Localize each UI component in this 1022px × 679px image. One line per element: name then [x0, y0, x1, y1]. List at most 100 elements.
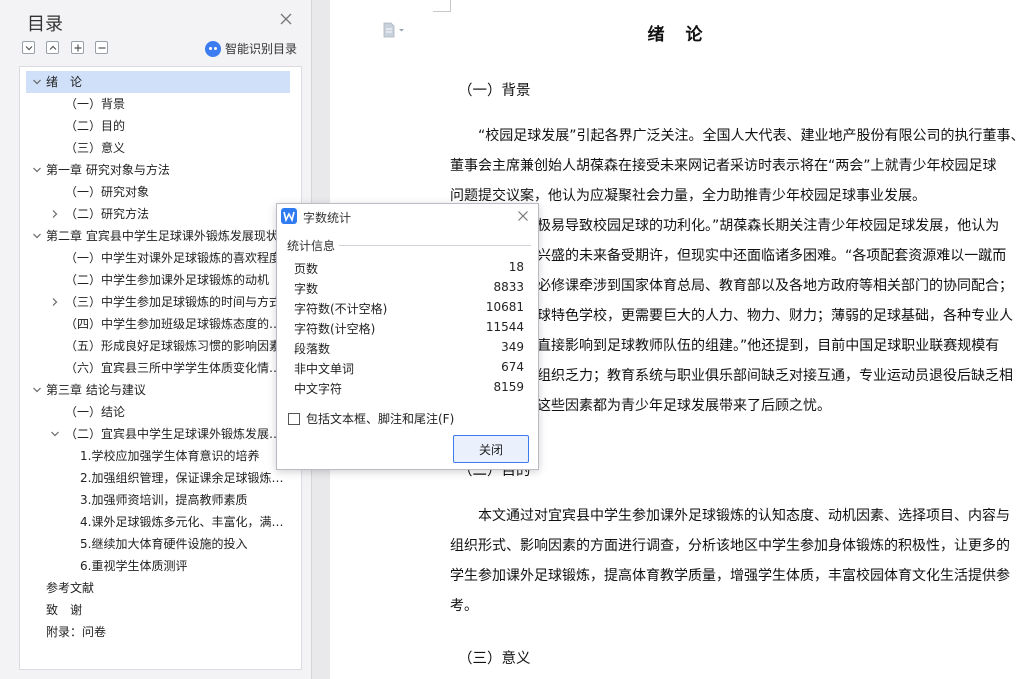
toc-item-label: 第二章 宜宾县中学生足球课外锻炼发展现状调查	[46, 229, 290, 243]
chevron-down-icon	[25, 46, 33, 51]
toc-item[interactable]: 1.学校应加强学生体育意识的培养	[26, 445, 290, 467]
checkbox-box[interactable]	[288, 412, 300, 425]
plus-icon	[74, 44, 82, 52]
toc-item[interactable]: 第二章 宜宾县中学生足球课外锻炼发展现状调查	[26, 225, 290, 247]
paragraph-line: “校园足球发展”引起各界广泛关注。全国人大代表、建业地产股份有限公司的执行董事、	[478, 128, 1022, 144]
stat-label: 段落数	[294, 342, 331, 356]
toc-item[interactable]: （六）宜宾县三所中学学生体质变化情况分析	[26, 357, 290, 379]
toc-item[interactable]: 5.继续加大体育硬件设施的投入	[26, 533, 290, 555]
toc-item-label: （三）意义	[65, 141, 126, 155]
toc-item-label: 第一章 研究对象与方法	[46, 163, 170, 177]
paragraph-line: 董事会主席兼创始人胡葆森在接受未来网记者采访时表示将在“两会”上就青少年校园足球	[450, 158, 997, 174]
stat-row: 非中文单词 674	[294, 360, 524, 380]
toc-item-label: （一）研究对象	[65, 185, 150, 199]
paragraph-line: 必修课牵涉到国家体育总局、教育部以及各地方政府等相关部门的协同配合；	[537, 278, 1013, 294]
toc-tree: 绪 论 （一）背景 （二）目的 （三）意义第一章 研究对象与方法 （一）研究对象 （二）研…	[19, 66, 302, 670]
toc-item[interactable]: 绪 论	[26, 71, 290, 93]
toc-item[interactable]: （三）意义	[26, 137, 290, 159]
toc-item[interactable]: 4.课外足球锻炼多元化、丰富化，满足学生需求	[26, 511, 290, 533]
toc-item-label: 5.继续加大体育硬件设施的投入	[80, 537, 248, 551]
wps-writer-icon	[281, 208, 297, 224]
toc-panel: 目录 智能识别目录 绪 论 （一）背景 （二）目的 （三）意义第一章 研究对象与方法 （…	[0, 0, 312, 679]
toc-item[interactable]: （一）背景	[26, 93, 290, 115]
stat-row: 字符数(不计空格) 10681	[294, 300, 524, 320]
stat-row: 字数 8833	[294, 280, 524, 300]
section-divider	[339, 245, 531, 246]
paragraph-line: 组织形式、影响因素的方面进行调查，分析该地区中学生参加身体锻炼的积极性，让更多的	[450, 538, 1010, 554]
toc-title: 目录	[27, 14, 63, 35]
stat-value: 10681	[485, 300, 524, 314]
toc-item-label: （六）宜宾县三所中学学生体质变化情况分析	[65, 361, 290, 375]
ai-robot-icon	[205, 40, 221, 57]
toc-item-label: 4.课外足球锻炼多元化、丰富化，满足学生需求	[80, 515, 290, 529]
toc-item[interactable]: （一）中学生对课外足球锻炼的喜欢程度	[26, 247, 290, 269]
chevron-down-icon[interactable]	[32, 165, 42, 175]
toc-item[interactable]: （一）研究对象	[26, 181, 290, 203]
toc-item[interactable]: （二）目的	[26, 115, 290, 137]
chevron-down-icon[interactable]	[32, 231, 42, 241]
toc-item-label: （二）宜宾县中学生足球课外锻炼发展的建议	[65, 427, 290, 441]
document-title: 绪 论	[647, 25, 705, 45]
toc-item[interactable]: （一）结论	[26, 401, 290, 423]
chevron-down-icon[interactable]	[32, 77, 42, 87]
toc-item-label: 2.加强组织管理，保证课余足球锻炼的开展	[80, 471, 290, 485]
toc-item[interactable]: （四）中学生参加班级足球锻炼态度的调查	[26, 313, 290, 335]
toc-item-label: 3.加强师资培训，提高教师素质	[80, 493, 248, 507]
chevron-right-icon[interactable]	[50, 297, 60, 307]
toc-item-label: 附录：问卷	[46, 625, 107, 639]
add-heading-button[interactable]	[71, 41, 84, 54]
stat-value: 8159	[493, 380, 524, 394]
toc-item[interactable]: 参考文献	[26, 577, 290, 599]
paragraph-line: 本文通过对宜宾县中学生参加课外足球锻炼的认知态度、动机因素、选择项目、内容与	[478, 508, 1010, 524]
paragraph-line: 组织乏力；教育系统与职业俱乐部间缺乏对接互通，专业运动员退役后缺乏相	[537, 368, 1013, 384]
toc-item[interactable]: 第三章 结论与建议	[26, 379, 290, 401]
stat-row: 段落数 349	[294, 340, 524, 360]
paragraph-line: 学生参加课外足球锻炼，提高体育教学质量，增强学生体质，丰富校园体育文化生活提供参	[450, 568, 1010, 584]
toc-item[interactable]: 6.重视学生体质测评	[26, 555, 290, 577]
toc-item-label: 6.重视学生体质测评	[80, 559, 188, 573]
paragraph-line: 直接影响到足球教师队伍的组建。”他还提到，目前中国足球职业联赛规模有	[537, 338, 1000, 354]
smart-toc-button[interactable]: 智能识别目录	[205, 40, 297, 57]
toc-item[interactable]: （五）形成良好足球锻炼习惯的影响因素	[26, 335, 290, 357]
toc-item-label: 第三章 结论与建议	[46, 383, 146, 397]
toc-item[interactable]: 3.加强师资培训，提高教师素质	[26, 489, 290, 511]
close-button[interactable]: 关闭	[453, 435, 529, 463]
toc-item-label: （一）背景	[65, 97, 126, 111]
stat-label: 字符数(不计空格)	[294, 302, 388, 316]
stat-label: 字符数(计空格)	[294, 322, 376, 336]
heading-background: （一）背景	[458, 83, 531, 99]
close-icon[interactable]	[517, 210, 529, 222]
toc-item[interactable]: 2.加强组织管理，保证课余足球锻炼的开展	[26, 467, 290, 489]
toc-item-label: （二）研究方法	[65, 207, 150, 221]
chevron-down-icon[interactable]	[50, 429, 60, 439]
toc-item-label: （一）中学生对课外足球锻炼的喜欢程度	[65, 251, 282, 265]
stat-value: 674	[501, 360, 524, 374]
stat-value: 8833	[493, 280, 524, 294]
page-corner-mark	[433, 0, 451, 12]
toc-item-label: 1.学校应加强学生体育意识的培养	[80, 449, 260, 463]
paragraph-background-2: 极易导致校园足球的功利化。”胡葆森长期关注青少年校园足球发展，他认为 兴盛的未来备…	[537, 211, 1017, 421]
toc-item-label: （一）结论	[65, 405, 126, 419]
toc-item[interactable]: （二）中学生参加课外足球锻炼的动机	[26, 269, 290, 291]
toc-item[interactable]: （二）研究方法	[26, 203, 290, 225]
stat-label: 页数	[294, 262, 319, 276]
chevron-right-icon[interactable]	[50, 209, 60, 219]
paragraph-line: 兴盛的未来备受期许，但现实中还面临诸多困难。“各项配套资源难以一蹴而	[537, 248, 1007, 264]
toc-item[interactable]: （三）中学生参加足球锻炼的时间与方式	[26, 291, 290, 313]
toc-item-label: （四）中学生参加班级足球锻炼态度的调查	[65, 317, 290, 331]
toc-item[interactable]: 附录：问卷	[26, 621, 290, 643]
include-textbox-checkbox[interactable]: 包括文本框、脚注和尾注(F)	[288, 410, 454, 427]
toc-item[interactable]: （二）宜宾县中学生足球课外锻炼发展的建议	[26, 423, 290, 445]
collapse-all-button[interactable]	[22, 41, 35, 54]
close-icon[interactable]	[279, 12, 293, 26]
paragraph-line: 这些因素都为青少年足球发展带来了后顾之忧。	[537, 398, 831, 414]
dialog-title: 字数统计	[303, 211, 352, 225]
remove-heading-button[interactable]	[95, 41, 108, 54]
stat-value: 11544	[485, 320, 524, 334]
expand-all-button[interactable]	[46, 41, 59, 54]
chevron-down-icon[interactable]	[32, 385, 42, 395]
toc-item[interactable]: 致 谢	[26, 599, 290, 621]
paragraph-line: 球特色学校，更需要巨大的人力、物力、财力；薄弱的足球基础，各种专业人	[537, 308, 1013, 324]
stats-section-label: 统计信息	[287, 239, 336, 253]
toc-item[interactable]: 第一章 研究对象与方法	[26, 159, 290, 181]
